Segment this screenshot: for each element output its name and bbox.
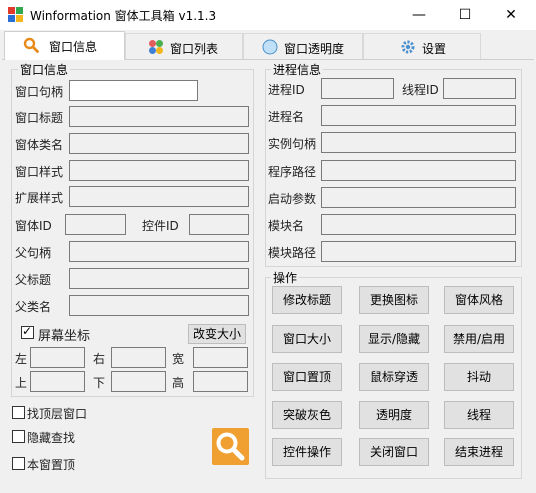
control-id-label: 控件ID bbox=[142, 219, 179, 233]
disable-enable-button[interactable]: 禁用/启用 bbox=[444, 325, 514, 353]
thread-button[interactable]: 线程 bbox=[444, 401, 514, 429]
tab-label: 窗口列表 bbox=[170, 42, 219, 56]
window-style-button[interactable]: 窗体风格 bbox=[444, 286, 514, 314]
instance-handle-label: 实例句柄 bbox=[268, 137, 317, 151]
hidden-search-checkbox[interactable] bbox=[12, 430, 25, 443]
window-handle-field[interactable] bbox=[69, 80, 198, 101]
tab-label: 设置 bbox=[422, 42, 447, 56]
mouse-passthrough-button[interactable]: 鼠标穿透 bbox=[359, 363, 429, 391]
bottom-label: 下 bbox=[93, 376, 106, 390]
process-name-label: 进程名 bbox=[268, 110, 305, 124]
startup-args-label: 启动参数 bbox=[268, 192, 317, 206]
form-id-field[interactable] bbox=[65, 214, 126, 235]
right-field[interactable] bbox=[111, 347, 166, 368]
width-field[interactable] bbox=[193, 347, 248, 368]
height-label: 高 bbox=[172, 376, 185, 390]
parent-title-field[interactable] bbox=[69, 268, 249, 289]
pid-label: 进程ID bbox=[268, 83, 305, 97]
find-top-label: 找顶层窗口 bbox=[27, 407, 88, 421]
end-process-button[interactable]: 结束进程 bbox=[444, 438, 514, 466]
resize-button[interactable]: 改变大小 bbox=[188, 324, 246, 344]
tab-window-info[interactable]: 窗口信息 bbox=[4, 31, 125, 60]
window-info-group-title: 窗口信息 bbox=[18, 61, 71, 78]
topmost-checkbox[interactable] bbox=[12, 457, 25, 470]
window-title-field[interactable] bbox=[69, 106, 249, 127]
parent-handle-field[interactable] bbox=[69, 241, 249, 262]
search-drag-button[interactable] bbox=[212, 428, 249, 465]
tab-label: 窗口透明度 bbox=[284, 42, 345, 56]
window-style-label: 窗口样式 bbox=[15, 165, 64, 179]
screen-coords-label: 屏幕坐标 bbox=[38, 329, 91, 344]
bottom-field[interactable] bbox=[111, 371, 166, 392]
left-label: 左 bbox=[15, 352, 28, 366]
parent-handle-label: 父句柄 bbox=[15, 246, 52, 260]
window-class-label: 窗体类名 bbox=[15, 138, 64, 152]
opacity-circle-icon bbox=[262, 39, 278, 55]
opacity-button[interactable]: 透明度 bbox=[359, 401, 429, 429]
parent-class-field[interactable] bbox=[69, 295, 249, 316]
window-title: Winformation 窗体工具箱 v1.1.3 bbox=[30, 9, 217, 23]
find-top-checkbox[interactable] bbox=[12, 406, 25, 419]
startup-args-field[interactable] bbox=[321, 187, 516, 208]
screen-coords-checkbox[interactable] bbox=[21, 324, 34, 339]
close-window-button[interactable]: 关闭窗口 bbox=[359, 438, 429, 466]
maximize-button[interactable]: ☐ bbox=[442, 0, 488, 30]
parent-title-label: 父标题 bbox=[15, 273, 52, 287]
tab-window-opacity[interactable]: 窗口透明度 bbox=[243, 33, 363, 59]
search-icon bbox=[214, 430, 247, 466]
instance-handle-field[interactable] bbox=[321, 132, 516, 153]
control-operation-button[interactable]: 控件操作 bbox=[272, 438, 342, 466]
modify-title-button[interactable]: 修改标题 bbox=[272, 286, 342, 314]
tid-label: 线程ID bbox=[402, 83, 439, 97]
minimize-button[interactable]: — bbox=[396, 0, 442, 30]
left-field[interactable] bbox=[30, 347, 85, 368]
program-path-field[interactable] bbox=[321, 160, 516, 181]
module-name-label: 模块名 bbox=[268, 219, 305, 233]
app-icon bbox=[8, 7, 24, 23]
module-path-field[interactable] bbox=[321, 241, 516, 262]
process-name-field[interactable] bbox=[321, 105, 516, 126]
shake-button[interactable]: 抖动 bbox=[444, 363, 514, 391]
operations-group-title: 操作 bbox=[271, 269, 300, 286]
top-label: 上 bbox=[15, 376, 28, 390]
magnifier-icon bbox=[23, 37, 39, 53]
topmost-label: 本窗置顶 bbox=[27, 458, 76, 472]
title-bar[interactable]: Winformation 窗体工具箱 v1.1.3 — ☐ ✕ bbox=[0, 0, 536, 30]
top-field[interactable] bbox=[30, 371, 85, 392]
close-button[interactable]: ✕ bbox=[488, 0, 534, 30]
window-handle-label: 窗口句柄 bbox=[15, 85, 64, 99]
module-path-label: 模块路径 bbox=[268, 246, 317, 260]
break-gray-button[interactable]: 突破灰色 bbox=[272, 401, 342, 429]
tab-label: 窗口信息 bbox=[49, 40, 98, 54]
window-class-field[interactable] bbox=[69, 133, 249, 154]
hidden-search-label: 隐藏查找 bbox=[27, 431, 76, 445]
window-list-icon bbox=[148, 39, 164, 55]
tab-settings[interactable]: 设置 bbox=[363, 33, 481, 59]
ex-style-label: 扩展样式 bbox=[15, 191, 64, 205]
program-path-label: 程序路径 bbox=[268, 165, 317, 179]
right-label: 右 bbox=[93, 352, 106, 366]
window-size-button[interactable]: 窗口大小 bbox=[272, 325, 342, 353]
form-id-label: 窗体ID bbox=[15, 219, 52, 233]
ex-style-field[interactable] bbox=[69, 186, 249, 207]
tid-field[interactable] bbox=[443, 78, 516, 99]
topmost-window-button[interactable]: 窗口置顶 bbox=[272, 363, 342, 391]
width-label: 宽 bbox=[172, 352, 185, 366]
process-info-group-title: 进程信息 bbox=[271, 61, 324, 78]
height-field[interactable] bbox=[193, 371, 248, 392]
parent-class-label: 父类名 bbox=[15, 300, 52, 314]
change-icon-button[interactable]: 更换图标 bbox=[359, 286, 429, 314]
control-id-field[interactable] bbox=[189, 214, 249, 235]
window-style-field[interactable] bbox=[69, 160, 249, 181]
window-title-label: 窗口标题 bbox=[15, 111, 64, 125]
pid-field[interactable] bbox=[321, 78, 394, 99]
module-name-field[interactable] bbox=[321, 214, 516, 235]
gear-icon bbox=[400, 39, 416, 55]
show-hide-button[interactable]: 显示/隐藏 bbox=[359, 325, 429, 353]
tab-window-list[interactable]: 窗口列表 bbox=[125, 33, 243, 59]
